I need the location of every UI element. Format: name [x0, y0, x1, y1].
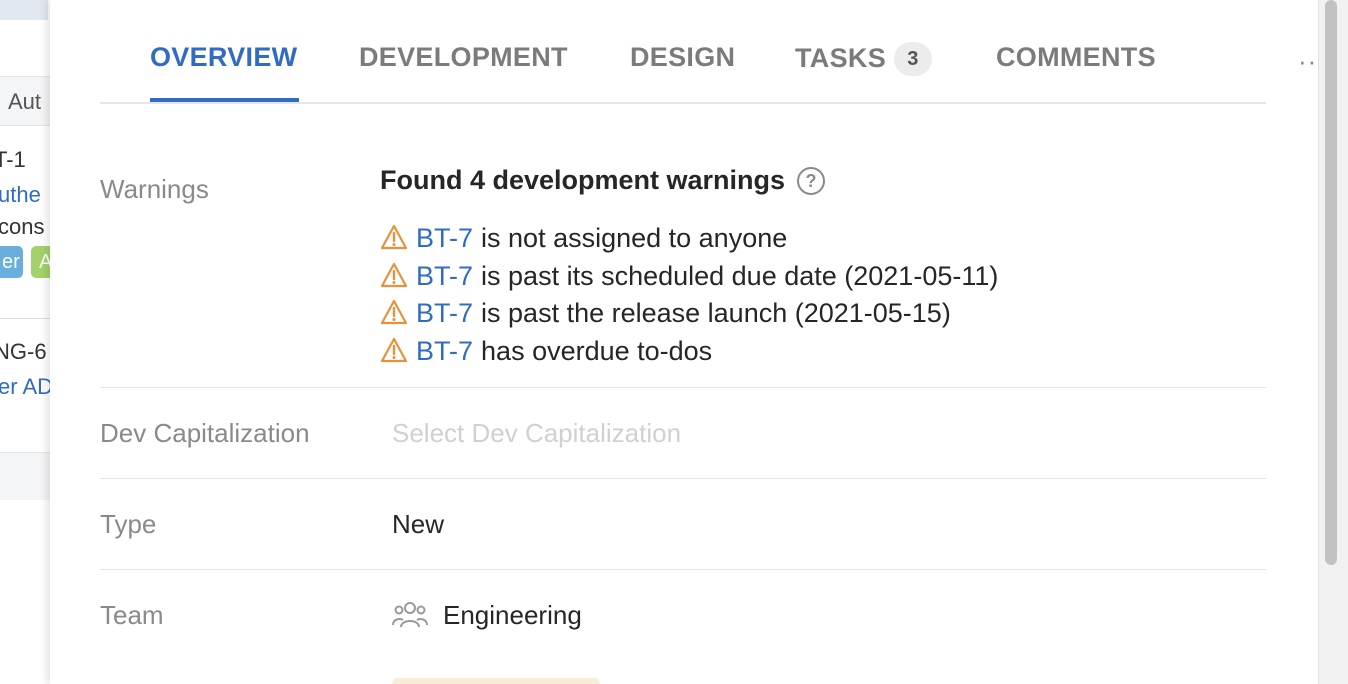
scrollbar-thumb[interactable]	[1325, 0, 1337, 565]
active-tab-indicator	[150, 98, 299, 102]
issue-link[interactable]: BT-7	[416, 298, 473, 328]
background-chip: er	[0, 246, 23, 278]
type-label: Type	[100, 509, 157, 539]
tab-overview[interactable]: OVERVIEW	[150, 42, 297, 73]
warning-icon	[380, 224, 408, 250]
warning-icon	[380, 299, 408, 325]
tasks-count-badge: 3	[894, 42, 933, 76]
warning-text: has overdue to-dos	[481, 335, 713, 366]
background-row-link[interactable]: uthe	[0, 182, 41, 208]
warning-text: is not assigned to anyone	[481, 223, 788, 253]
tab-design[interactable]: DESIGN	[630, 42, 735, 73]
warning-icon	[380, 337, 408, 362]
tab-tasks[interactable]: TASKS 3	[795, 42, 933, 76]
scrollbar[interactable]	[1318, 0, 1348, 684]
warning-item: BT-7 is past its scheduled due date (2021…	[380, 259, 998, 297]
warning-item: BT-7 is past the release launch (2021-05-…	[380, 296, 998, 334]
dev-capitalization-select[interactable]: Select Dev Capitalization	[392, 418, 681, 449]
people-icon	[392, 602, 428, 628]
help-icon[interactable]: ?	[797, 167, 826, 195]
row-divider	[100, 569, 1266, 570]
issue-link[interactable]: BT-7	[416, 336, 473, 366]
background-row-key: T-1	[0, 147, 26, 172]
tab-comments[interactable]: COMMENTS	[996, 42, 1156, 73]
warning-icon	[380, 262, 408, 287]
row-divider	[100, 387, 1266, 388]
status-chip	[392, 678, 600, 684]
background-column-label: Aut	[8, 89, 42, 114]
team-value[interactable]: Engineering	[443, 600, 582, 631]
type-value[interactable]: New	[392, 509, 444, 540]
warning-item: BT-7 has overdue to-dos	[380, 334, 998, 372]
background-row-key: NG-6	[0, 339, 47, 364]
issue-link[interactable]: BT-7	[416, 223, 473, 253]
tab-bar: OVERVIEW DEVELOPMENT DESIGN TASKS 3 COMME…	[100, 0, 1326, 104]
dev-capitalization-label: Dev Capitalization	[100, 418, 310, 448]
warnings-label: Warnings	[100, 174, 209, 204]
warnings-title-text: Found 4 development warnings	[380, 165, 786, 195]
team-label: Team	[100, 600, 164, 630]
row-divider	[100, 478, 1266, 479]
warnings-title: Found 4 development warnings?	[380, 165, 826, 196]
warnings-list: BT-7 is not assigned to anyone BT-7 is pas…	[380, 221, 998, 371]
warning-text: is past the release launch (2021-05-15)	[481, 298, 951, 328]
background-row-link[interactable]: er AD	[0, 374, 53, 400]
tab-tasks-label: TASKS	[795, 43, 887, 73]
warning-item: BT-7 is not assigned to anyone	[380, 221, 998, 259]
tab-development[interactable]: DEVELOPMENT	[359, 42, 568, 73]
issue-link[interactable]: BT-7	[416, 261, 473, 291]
warning-text: is past its scheduled due date (2021-05-…	[481, 260, 999, 291]
background-row-text: cons	[0, 214, 45, 239]
background-top-strip	[0, 0, 48, 20]
